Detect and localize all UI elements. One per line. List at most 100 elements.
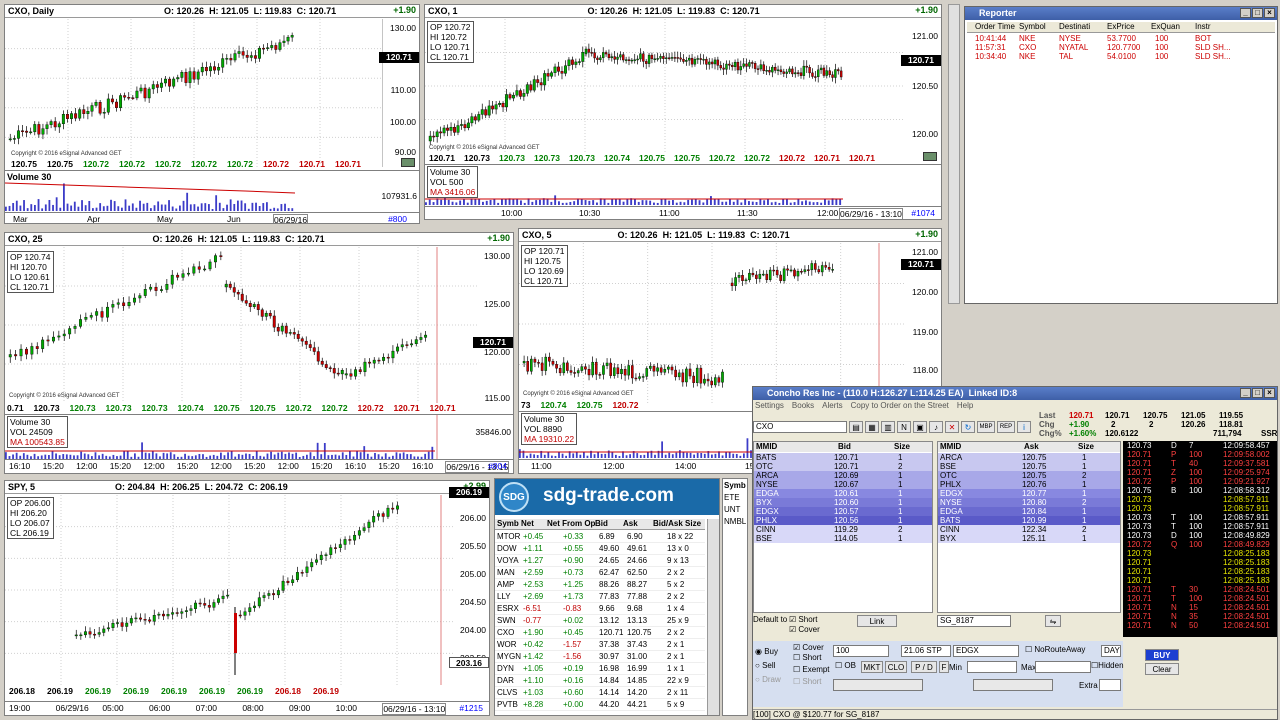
chart-spy-5min[interactable]: SPY, 5 O: 204.84 H: 206.25 L: 204.72 C: … <box>4 480 490 716</box>
corner-button[interactable] <box>401 158 415 167</box>
clo-button[interactable]: CLO <box>885 661 907 673</box>
tif-select[interactable]: DAY <box>1101 645 1121 657</box>
watchlist-scrollbar[interactable] <box>707 519 719 715</box>
close-icon[interactable]: ✕ <box>945 421 959 433</box>
draw-radio[interactable]: ○ Draw <box>755 675 781 684</box>
noroute-check[interactable]: ☐ NoRouteAway <box>1025 645 1085 654</box>
book-row[interactable]: ARCA 120.75 1 <box>938 453 1120 462</box>
watchlist-row[interactable]: ESRX -6.51 -0.83 9.66 9.68 1 x 4 <box>495 603 705 615</box>
account-icon[interactable]: ⇋ <box>1045 615 1061 627</box>
short-check[interactable]: ☐ Short <box>793 653 822 662</box>
menu-item[interactable]: Alerts <box>822 401 842 411</box>
menu-item[interactable]: Help <box>957 401 973 411</box>
book-row[interactable]: BATS 120.99 1 <box>938 516 1120 525</box>
pd-button[interactable]: P / D <box>911 661 937 673</box>
min-input[interactable] <box>967 661 1017 673</box>
watchlist-row[interactable]: MTOR +0.45 +0.33 6.89 6.90 18 x 22 <box>495 531 705 543</box>
quantity-input[interactable]: 100 <box>833 645 889 657</box>
book-row[interactable]: EDGX 120.57 1 <box>754 507 932 516</box>
book-row[interactable]: EDGA 120.61 1 <box>754 489 932 498</box>
watchlist-row[interactable]: MYGN +1.42 -1.56 30.97 31.00 2 x 1 <box>495 651 705 663</box>
watchlist-row[interactable]: PVTB +8.28 +0.00 44.20 44.21 5 x 9 <box>495 699 705 711</box>
book-row[interactable]: BATS 120.71 1 <box>754 453 932 462</box>
exempt-check[interactable]: ☐ Exempt <box>793 665 830 674</box>
ask-book[interactable]: MMID Ask Size ARCA 120.75 1 BSE 120.75 1 OTC 12… <box>937 441 1121 613</box>
account-select[interactable]: SG_8187 <box>937 615 1011 627</box>
book-row[interactable]: PHLX 120.56 1 <box>754 516 932 525</box>
watchlist-row[interactable]: WOR +0.42 -1.57 37.38 37.43 2 x 1 <box>495 639 705 651</box>
close-button[interactable]: × <box>1264 8 1275 18</box>
reporter-window[interactable]: Reporter _ □ × Order Time Symbol Destinati… <box>964 6 1278 304</box>
reporter-row[interactable]: 11:57:31 CXO NYATAL 120.7700 100 SLD SH... <box>967 43 1275 52</box>
watchlist-side[interactable]: Symb ETE UNT NMBL <box>722 478 748 716</box>
buy-button[interactable]: BUY <box>1145 649 1179 661</box>
menu-item[interactable]: Settings <box>755 401 784 411</box>
book-row[interactable]: BSE 114.05 1 <box>754 534 932 543</box>
watchlist-row[interactable]: CXO +1.90 +0.45 120.71 120.75 2 x 2 <box>495 627 705 639</box>
watchlist-row[interactable]: AMP +2.53 +1.25 88.26 88.27 5 x 2 <box>495 579 705 591</box>
extra-input[interactable] <box>1099 679 1121 691</box>
watchlist-row[interactable]: DOW +1.11 +0.55 49.60 49.61 13 x 0 <box>495 543 705 555</box>
corner-button[interactable] <box>923 152 937 161</box>
minimize-button[interactable]: _ <box>1240 8 1251 18</box>
watchlist-row[interactable]: SWN -0.77 +0.02 13.12 13.13 25 x 9 <box>495 615 705 627</box>
refresh-icon[interactable]: ↻ <box>961 421 975 433</box>
chart-cxo-25min[interactable]: CXO, 25 O: 120.26 H: 121.05 L: 119.83 C:… <box>4 232 514 474</box>
book-row[interactable]: OTC 120.75 2 <box>938 471 1120 480</box>
book-row[interactable]: BSE 120.75 1 <box>938 462 1120 471</box>
max-input[interactable] <box>1035 661 1091 673</box>
book-row[interactable]: EDGA 120.84 1 <box>938 507 1120 516</box>
link-button[interactable]: Link <box>857 615 897 627</box>
book-row[interactable]: NYSE 120.67 1 <box>754 480 932 489</box>
book-row[interactable]: CINN 119.29 2 <box>754 525 932 534</box>
chart-cxo-1min[interactable]: CXO, 1 O: 120.26 H: 121.05 L: 119.83 C: … <box>424 4 942 220</box>
reporter-row[interactable]: 10:34:40 NKE TAL 54.0100 100 SLD SH... <box>967 52 1275 61</box>
book-row[interactable]: BYX 125.11 1 <box>938 534 1120 543</box>
short-check-2[interactable]: ☐ Short <box>793 677 822 686</box>
ob-check[interactable]: ☐ OB <box>835 661 856 670</box>
close-button[interactable]: × <box>1264 388 1275 398</box>
cover-check[interactable]: ☑ Cover <box>793 643 824 652</box>
reporter-row[interactable]: 10:41:44 NKE NYSE 53.7700 100 BOT <box>967 34 1275 43</box>
route-select[interactable]: EDGX <box>953 645 1019 657</box>
clear-button[interactable]: Clear <box>1145 663 1179 675</box>
book-row[interactable]: EDGX 120.77 1 <box>938 489 1120 498</box>
watchlist-row[interactable]: CLVS +1.03 +0.60 14.14 14.20 2 x 11 <box>495 687 705 699</box>
book-row[interactable]: NYSE 120.80 2 <box>938 498 1120 507</box>
n-icon[interactable]: N <box>897 421 911 433</box>
time-and-sales[interactable]: 120.73 D 7 12:09:58.457 120.71 P 100 12:09:58.0… <box>1123 441 1277 637</box>
bell-icon[interactable]: ♪ <box>929 421 943 433</box>
mkt-button[interactable]: MKT <box>861 661 883 673</box>
book-row[interactable]: PHLX 120.76 1 <box>938 480 1120 489</box>
info-icon[interactable]: i <box>1017 421 1031 433</box>
book-icon[interactable]: ▤ <box>849 421 863 433</box>
hidden-check[interactable]: ☐Hidden <box>1091 661 1124 670</box>
watchlist-row[interactable]: DAR +1.10 +0.16 14.84 14.85 22 x 9 <box>495 675 705 687</box>
book-row[interactable]: BYX 120.60 1 <box>754 498 932 507</box>
level2-window[interactable]: Concho Res Inc - (110.0 H:126.27 L:114.2… <box>752 386 1278 720</box>
menu-item[interactable]: Books <box>792 401 814 411</box>
watchlist-row[interactable]: DYN +1.05 +0.19 16.98 16.99 1 x 1 <box>495 663 705 675</box>
chart-cxo-daily[interactable]: CXO, Daily O: 120.26 H: 121.05 L: 119.83… <box>4 4 420 224</box>
book-row[interactable]: ARCA 120.69 1 <box>754 471 932 480</box>
sell-radio[interactable]: ○ Sell <box>755 661 775 670</box>
watchlist-row[interactable]: VOYA +1.27 +0.90 24.65 24.66 9 x 13 <box>495 555 705 567</box>
watchlist-panel[interactable]: SDG sdg-trade.com Symb Net Net From Op Bid A… <box>494 478 720 716</box>
default-cover[interactable]: ☑ Cover <box>789 625 820 634</box>
grid-icon[interactable]: ▦ <box>865 421 879 433</box>
book-row[interactable]: CINN 122.34 2 <box>938 525 1120 534</box>
bid-book[interactable]: MMID Bid Size BATS 120.71 1 OTC 120.71 2 ARCA 1… <box>753 441 933 613</box>
symbol-input[interactable]: CXO <box>753 421 847 433</box>
f-button[interactable]: F <box>939 661 949 673</box>
watchlist-row[interactable]: MAN +2.59 +0.73 62.47 62.50 2 x 2 <box>495 567 705 579</box>
buy-radio[interactable]: ◉ Buy <box>755 647 778 656</box>
disabled-input-2[interactable] <box>973 679 1053 691</box>
menu-item[interactable]: Copy to Order on the Street <box>851 401 949 411</box>
default-short[interactable]: ☑ Short <box>789 615 818 624</box>
mbp-icon[interactable]: MBP <box>977 421 995 433</box>
book-row[interactable]: OTC 120.71 2 <box>754 462 932 471</box>
maximize-button[interactable]: □ <box>1252 8 1263 18</box>
price-input[interactable]: 21.06 STP <box>901 645 951 657</box>
chart-icon[interactable]: ▥ <box>881 421 895 433</box>
maximize-button[interactable]: □ <box>1252 388 1263 398</box>
